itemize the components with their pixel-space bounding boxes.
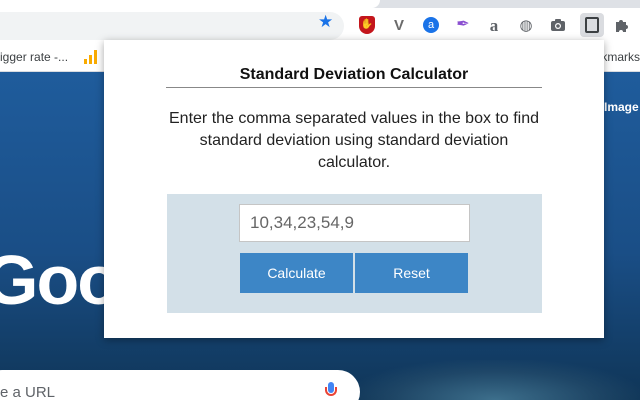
calculator-panel: Calculate Reset [167,194,542,313]
extensions-puzzle-icon[interactable] [612,15,632,35]
reset-button[interactable]: Reset [355,253,468,293]
active-tab[interactable] [0,0,380,8]
calculate-button[interactable]: Calculate [240,253,353,293]
background-reef [350,360,640,400]
browser-toolbar: ★ ✋ V a ✒ a ◍ [0,8,640,42]
popup-description: Enter the comma separated values in the … [169,110,539,171]
other-bookmarks[interactable]: kmarks [601,50,640,64]
values-input[interactable] [239,204,470,242]
ublock-extension-icon[interactable]: ✋ [357,15,377,35]
camera-extension-icon[interactable] [548,15,568,35]
globe-extension-icon[interactable]: ◍ [516,15,536,35]
puzzle-icon [616,20,628,32]
a-circle-extension-icon[interactable]: a [421,15,441,35]
microphone-icon[interactable] [324,382,338,400]
search-placeholder: e a URL [0,384,56,400]
v-extension-icon[interactable]: V [389,15,409,35]
sd-calculator-popup: Standard Deviation Calculator Enter the … [104,40,604,338]
calculator-extension-icon[interactable] [580,13,604,37]
feather-extension-icon[interactable]: ✒ [453,15,473,35]
tab-strip [0,0,640,8]
a-extension-icon[interactable]: a [484,15,504,35]
google-logo: Goo [0,241,120,319]
analytics-bookmark-icon[interactable] [82,50,98,64]
bookmark-star-icon[interactable]: ★ [318,13,333,31]
images-link[interactable]: Image [604,100,639,114]
bookmark-item[interactable]: igger rate -... [0,50,68,64]
address-bar[interactable] [0,12,344,40]
calculator-icon [585,17,599,33]
popup-title: Standard Deviation Calculator [166,66,542,88]
camera-icon [551,19,565,31]
